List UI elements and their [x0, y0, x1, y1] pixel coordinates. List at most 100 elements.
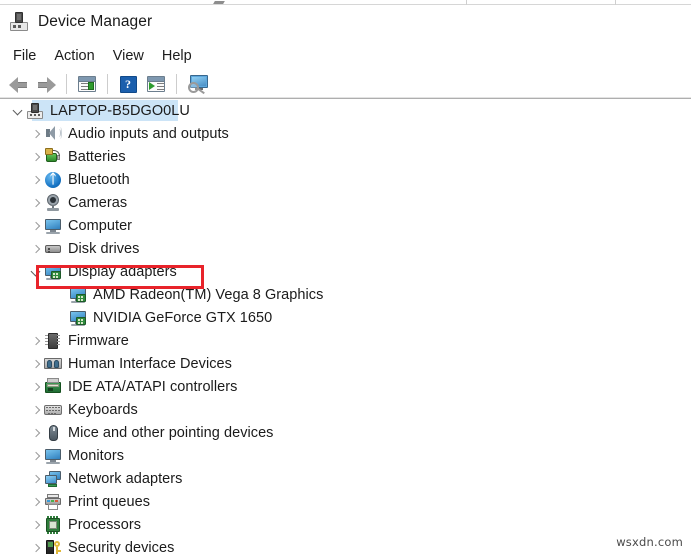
menu-bar: File Action View Help: [0, 43, 691, 69]
tree-item-label: Audio inputs and outputs: [68, 126, 229, 142]
processor-icon: [44, 516, 62, 534]
chevron-right-icon[interactable]: [27, 375, 44, 398]
tree-item-firmware[interactable]: Firmware: [0, 329, 691, 352]
chevron-right-icon[interactable]: [27, 467, 44, 490]
chevron-right-icon[interactable]: [27, 145, 44, 168]
tree-item-label: Mice and other pointing devices: [68, 425, 273, 441]
tree-item-root[interactable]: LAPTOP-B5DGO0LU: [0, 99, 691, 122]
watermark: wsxdn.com: [616, 535, 683, 549]
tree-item-label: Print queues: [68, 494, 150, 510]
tree-item-label: Computer: [68, 218, 132, 234]
tree-item-label: Security devices: [68, 540, 174, 554]
tree-item-amd-radeon-vega-8[interactable]: AMD Radeon(TM) Vega 8 Graphics: [0, 283, 691, 306]
tree-item-processors[interactable]: Processors: [0, 513, 691, 536]
scan-monitor-icon: [188, 75, 210, 93]
chevron-right-icon[interactable]: [27, 444, 44, 467]
ide-controller-icon: [44, 378, 62, 396]
tree-item-keyboards[interactable]: Keyboards: [0, 398, 691, 421]
tree-item-ide-ata-atapi-controllers[interactable]: IDE ATA/ATAPI controllers: [0, 375, 691, 398]
mouse-icon: [44, 424, 62, 442]
tree-item-label: Display adapters: [68, 264, 177, 280]
tree-item-nvidia-geforce-gtx-1650[interactable]: NVIDIA GeForce GTX 1650: [0, 306, 691, 329]
toolbar-separator: [176, 74, 177, 94]
chevron-down-icon[interactable]: [27, 260, 44, 283]
tree-item-computer[interactable]: Computer: [0, 214, 691, 237]
properties-window-icon: [78, 76, 96, 92]
chevron-right-icon[interactable]: [27, 191, 44, 214]
tree-item-cameras[interactable]: Cameras: [0, 191, 691, 214]
camera-icon: [44, 194, 62, 212]
tree-item-label: Batteries: [68, 149, 126, 165]
chevron-right-icon[interactable]: [27, 122, 44, 145]
tree-item-network-adapters[interactable]: Network adapters: [0, 467, 691, 490]
tree-item-bluetooth[interactable]: ᛏ Bluetooth: [0, 168, 691, 191]
tree-item-label: Disk drives: [68, 241, 139, 257]
chevron-right-icon[interactable]: [27, 214, 44, 237]
device-manager-window: Device Manager File Action View Help ?: [0, 0, 691, 554]
chevron-right-icon[interactable]: [27, 536, 44, 554]
menu-item-help[interactable]: Help: [153, 45, 201, 68]
tree-item-label: Human Interface Devices: [68, 356, 232, 372]
top-edge-artifact: [213, 1, 225, 4]
tree-item-label: NVIDIA GeForce GTX 1650: [93, 310, 272, 326]
firmware-chip-icon: [44, 332, 62, 350]
tree-item-label: LAPTOP-B5DGO0LU: [50, 103, 190, 119]
scan-hardware-button[interactable]: [183, 72, 215, 96]
computer-icon: [26, 102, 44, 120]
tree-item-label: Processors: [68, 517, 141, 533]
help-question-icon: ?: [120, 76, 137, 93]
tree-item-security-devices[interactable]: Security devices: [0, 536, 691, 554]
tree-item-human-interface-devices[interactable]: Human Interface Devices: [0, 352, 691, 375]
speaker-icon: [44, 125, 62, 143]
network-adapter-icon: [44, 470, 62, 488]
monitor-icon: [44, 217, 62, 235]
tree-item-print-queues[interactable]: Print queues: [0, 490, 691, 513]
toolbar-separator: [66, 74, 67, 94]
tree-item-batteries[interactable]: Batteries: [0, 145, 691, 168]
printer-icon: [44, 493, 62, 511]
toolbar-separator: [107, 74, 108, 94]
device-tree[interactable]: LAPTOP-B5DGO0LU Audio inputs and outputs…: [0, 99, 691, 554]
tree-item-display-adapters[interactable]: Display adapters: [0, 260, 691, 283]
bluetooth-icon: ᛏ: [44, 171, 62, 189]
chevron-right-icon[interactable]: [27, 398, 44, 421]
help-button[interactable]: ?: [114, 72, 142, 96]
play-window-icon: [147, 76, 165, 92]
monitor-icon: [44, 447, 62, 465]
properties-button[interactable]: [73, 72, 101, 96]
window-title: Device Manager: [38, 13, 152, 31]
chevron-right-icon[interactable]: [27, 513, 44, 536]
tree-item-label: Bluetooth: [68, 172, 130, 188]
forward-button[interactable]: [32, 72, 60, 96]
update-driver-button[interactable]: [142, 72, 170, 96]
tree-item-label: Cameras: [68, 195, 127, 211]
device-manager-icon: [9, 12, 29, 32]
security-device-icon: [44, 539, 62, 554]
keyboard-icon: [44, 401, 62, 419]
menu-item-file[interactable]: File: [4, 45, 45, 68]
battery-icon: [44, 148, 62, 166]
chevron-right-icon[interactable]: [27, 237, 44, 260]
chevron-down-icon[interactable]: [9, 99, 26, 122]
chevron-right-icon[interactable]: [27, 352, 44, 375]
toolbar: ?: [0, 70, 691, 98]
chevron-right-icon[interactable]: [27, 168, 44, 191]
display-adapter-icon: [69, 309, 87, 327]
menu-item-view[interactable]: View: [104, 45, 153, 68]
tree-item-label: IDE ATA/ATAPI controllers: [68, 379, 237, 395]
hid-icon: [44, 355, 62, 373]
forward-arrow-icon: [37, 77, 56, 92]
chevron-right-icon[interactable]: [27, 329, 44, 352]
tree-item-mice-and-other-pointing-devices[interactable]: Mice and other pointing devices: [0, 421, 691, 444]
back-button[interactable]: [4, 72, 32, 96]
tree-item-audio-inputs-and-outputs[interactable]: Audio inputs and outputs: [0, 122, 691, 145]
chevron-right-icon[interactable]: [27, 421, 44, 444]
disk-drive-icon: [44, 240, 62, 258]
chevron-right-icon[interactable]: [27, 490, 44, 513]
display-adapter-icon: [44, 263, 62, 281]
back-arrow-icon: [9, 77, 28, 92]
tree-item-label: Firmware: [68, 333, 129, 349]
tree-item-disk-drives[interactable]: Disk drives: [0, 237, 691, 260]
menu-item-action[interactable]: Action: [45, 45, 103, 68]
tree-item-monitors[interactable]: Monitors: [0, 444, 691, 467]
